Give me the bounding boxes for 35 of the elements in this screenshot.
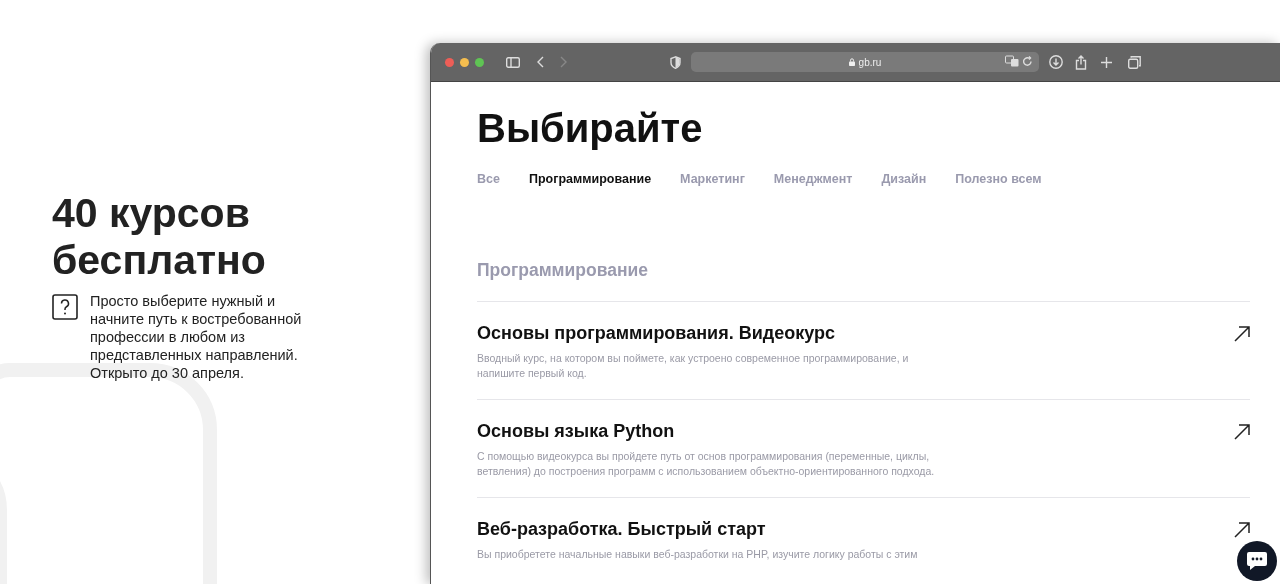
category-tab[interactable]: Все bbox=[477, 172, 500, 186]
category-tab[interactable]: Программирование bbox=[528, 172, 652, 186]
category-tab[interactable]: Полезно всем bbox=[955, 172, 1042, 186]
course-title[interactable]: Веб-разработка. Быстрый старт bbox=[477, 519, 766, 540]
page-title: Выбирайте bbox=[477, 105, 704, 152]
section-title: Программирование bbox=[477, 260, 650, 281]
share-icon[interactable] bbox=[1075, 54, 1087, 70]
zoom-button[interactable] bbox=[475, 57, 484, 67]
shield-icon[interactable] bbox=[670, 55, 681, 69]
arrow-icon[interactable] bbox=[1234, 423, 1250, 440]
promo-description: Просто выберите нужный и начните путь к востребованной профессии в любом из представленных направлений. Открыто до 30 апреля. bbox=[90, 292, 303, 382]
course-description: С помощью видеокурса вы пройдете путь от основ программирования (переменные, циклы, ветвления) до построения программ с использованием объектно-ориентированного подхода. bbox=[477, 449, 936, 479]
tabs-overview-icon[interactable] bbox=[1128, 55, 1141, 69]
address-bar[interactable]: gb.ru bbox=[691, 52, 1039, 72]
category-tab[interactable]: Дизайн bbox=[881, 172, 927, 186]
arrow-icon[interactable] bbox=[1234, 521, 1250, 538]
course-title[interactable]: Основы языка Python bbox=[477, 421, 675, 442]
translate-icon[interactable] bbox=[1005, 55, 1019, 67]
promo-headline: 40 курсов бесплатно bbox=[52, 190, 267, 284]
course-title[interactable]: Основы программирования. Видеокурс bbox=[477, 323, 835, 344]
plus-icon[interactable] bbox=[1101, 56, 1112, 68]
arrow-icon[interactable] bbox=[1234, 325, 1250, 342]
chat-icon bbox=[1246, 551, 1268, 571]
lock-icon bbox=[848, 58, 855, 66]
course-description: Вы приобретете начальные навыки веб-разработки на PHP, изучите логику работы с этим bbox=[477, 547, 919, 562]
question-icon bbox=[52, 294, 78, 320]
minimize-button[interactable] bbox=[460, 57, 469, 67]
reload-icon[interactable] bbox=[1022, 55, 1033, 67]
category-tab[interactable]: Менеджмент bbox=[773, 172, 853, 186]
chat-button[interactable] bbox=[1237, 541, 1277, 581]
sidebar-icon[interactable] bbox=[506, 56, 520, 68]
back-icon[interactable] bbox=[536, 56, 544, 68]
course-description: Вводный курс, на котором вы поймете, как устроено современное программирование, и напишите первый код. bbox=[477, 351, 910, 381]
category-tab[interactable]: Маркетинг bbox=[680, 172, 745, 186]
download-icon[interactable] bbox=[1049, 55, 1063, 69]
